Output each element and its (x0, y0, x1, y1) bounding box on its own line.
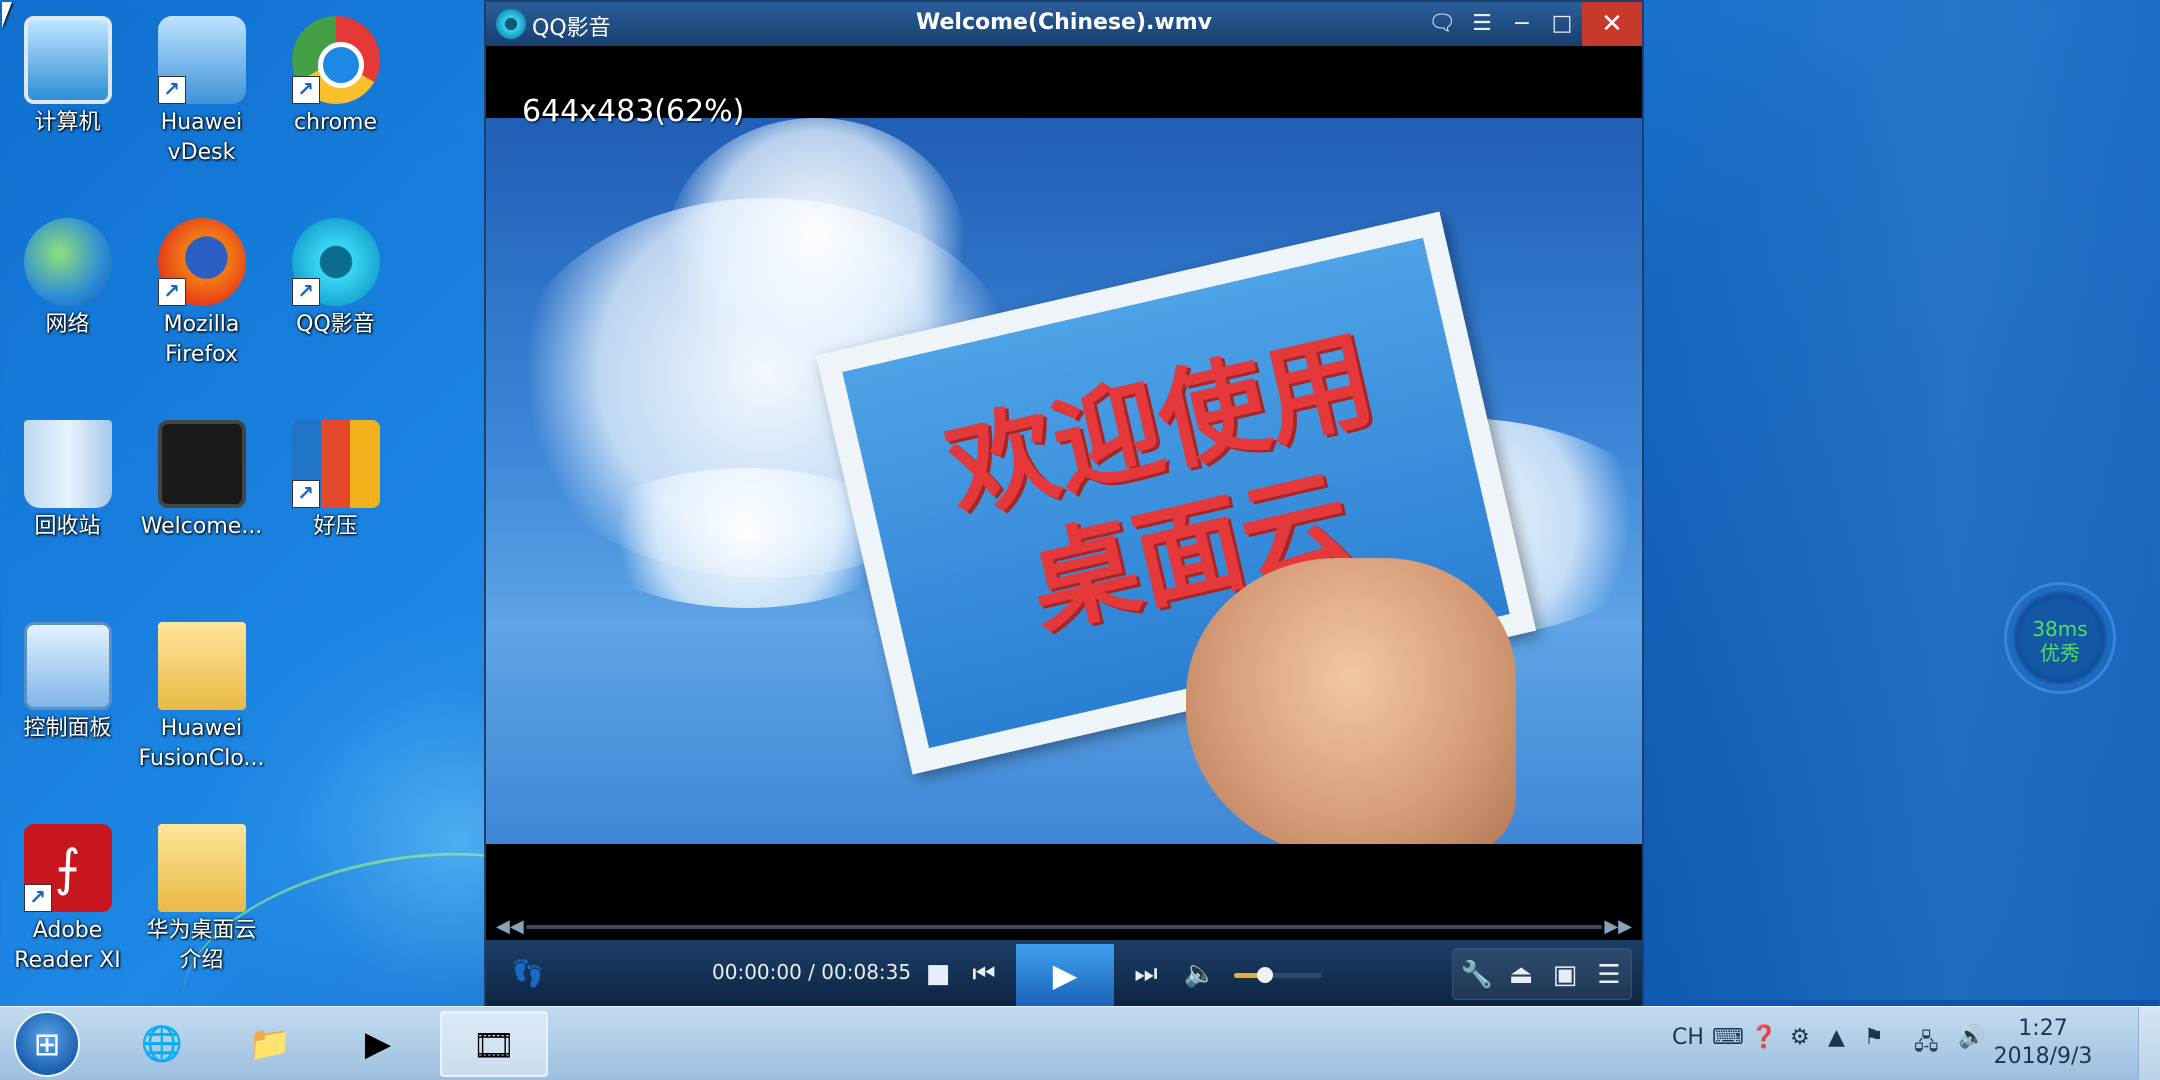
desktop-icon-network[interactable]: 网络 (0, 208, 135, 340)
help-icon[interactable]: ❓ (1750, 1025, 1777, 1050)
shortcut-arrow-icon: ↗ (291, 76, 320, 104)
desktop-icon-huawei-intro[interactable]: 华为桌面云介绍 (134, 814, 269, 976)
latency-badge[interactable]: 38ms 优秀 (2004, 582, 2116, 694)
archive-icon: ↗ (291, 420, 380, 508)
control-panel-icon (23, 622, 112, 710)
speaker-icon[interactable]: 🔊 (1958, 1025, 1985, 1050)
settings-icon[interactable]: ⚙ (1790, 1025, 1810, 1050)
taskbar-qq-player-icon[interactable]: 🎞 (440, 1011, 548, 1077)
menu-icon[interactable]: ☰ (1462, 2, 1502, 46)
rewind-icon[interactable]: ◀◀ (496, 914, 524, 940)
chrome-icon: ↗ (291, 16, 380, 104)
network-tray-icon[interactable]: 🖧 (1914, 1025, 1939, 1063)
desktop-icon-recycle-bin[interactable]: 回收站 (0, 410, 135, 542)
seek-track[interactable] (526, 925, 1602, 929)
screenshot-icon[interactable]: ▣ (1545, 955, 1585, 995)
folder-icon (157, 622, 246, 710)
keyboard-icon[interactable]: ⌨ (1712, 1025, 1744, 1050)
taskbar: ⊞ 🌐 📁 ▶ 🎞 CH ⌨ ❓ ⚙ ▲ ⚑ 🖧 🔊 1:27 2018/9/3 (0, 1006, 2160, 1080)
volume-slider[interactable] (1234, 967, 1322, 983)
desktop-icon-computer[interactable]: 计算机 (0, 6, 135, 138)
start-button[interactable]: ⊞ (14, 1011, 80, 1077)
taskbar-ie-icon[interactable]: 🌐 (110, 1011, 214, 1077)
clock-time: 1:27 (2018, 1016, 2068, 1041)
shortcut-arrow-icon: ↗ (291, 278, 320, 306)
seek-bar[interactable]: ◀◀ ▶▶ (486, 914, 1642, 940)
desktop-icon-adobe-reader[interactable]: ⨍ ↗ Adobe Reader XI (0, 814, 135, 976)
eject-icon[interactable]: ⏏ (1501, 955, 1541, 995)
latency-rating: 优秀 (2040, 641, 2080, 665)
playlist-icon[interactable]: ☰ (1589, 955, 1629, 995)
desktop-icon-huawei-vdesk[interactable]: ↗ Huawei vDesk (134, 6, 269, 168)
next-button[interactable]: ⏭ (1126, 954, 1166, 994)
fast-forward-icon[interactable]: ▶▶ (1604, 914, 1632, 940)
qq-player-window: QQ影音 Welcome(Chinese).wmv 🗨 ☰ − □ ✕ 欢迎使用… (484, 0, 1644, 1008)
player-controls: 👣 00:00:00 / 00:08:35 ■ ⏮ ▶ ⏭ 🔈 🔧 ⏏ ▣ ☰ (486, 940, 1642, 1008)
player-titlebar[interactable]: QQ影音 Welcome(Chinese).wmv 🗨 ☰ − □ ✕ (486, 2, 1642, 46)
network-icon (23, 218, 112, 306)
video-file-icon (157, 420, 246, 508)
shortcut-arrow-icon: ↗ (157, 278, 186, 306)
taskbar-explorer-icon[interactable]: 📁 (218, 1011, 322, 1077)
show-hidden-icons-icon[interactable]: ▲ (1828, 1025, 1845, 1050)
hand-image (1186, 558, 1516, 844)
settings-wrench-icon[interactable]: 🔧 (1457, 955, 1497, 995)
recycle-bin-icon (23, 420, 112, 508)
minimize-button[interactable]: − (1502, 2, 1542, 46)
time-display: 00:00:00 / 00:08:35 (712, 960, 912, 984)
stop-button[interactable]: ■ (918, 954, 958, 994)
chat-icon[interactable]: 🗨 (1422, 2, 1462, 46)
play-button[interactable]: ▶ (1016, 944, 1114, 1006)
footprint-icon[interactable]: 👣 (508, 954, 548, 994)
desktop-icon-control-panel[interactable]: 控制面板 (0, 612, 135, 744)
shortcut-arrow-icon: ↗ (157, 76, 186, 104)
cloud-icon: ↗ (157, 16, 246, 104)
computer-icon (23, 16, 112, 104)
resolution-overlay: 644x483(62%) (522, 94, 745, 129)
qq-player-icon: ↗ (291, 218, 380, 306)
desktop-icon-welcome-video[interactable]: Welcome... (134, 410, 269, 542)
close-button[interactable]: ✕ (1582, 2, 1642, 46)
volume-knob[interactable] (1256, 967, 1273, 983)
shortcut-arrow-icon: ↗ (23, 884, 52, 912)
mouse-cursor (2, 2, 12, 28)
clock-date: 2018/9/3 (1993, 1044, 2093, 1069)
taskbar-media-player-icon[interactable]: ▶ (326, 1011, 430, 1077)
desktop-icon-firefox[interactable]: ↗ Mozilla Firefox (134, 208, 269, 370)
desktop-icon-chrome[interactable]: ↗ chrome (268, 6, 403, 138)
shortcut-arrow-icon: ↗ (291, 480, 320, 508)
desktop-icon-haozip[interactable]: ↗ 好压 (268, 410, 403, 542)
language-indicator[interactable]: CH (1672, 1025, 1704, 1050)
desktop-icon-qq-player[interactable]: ↗ QQ影音 (268, 208, 403, 340)
video-frame[interactable]: 欢迎使用 桌面云 (486, 118, 1642, 844)
volume-icon[interactable]: 🔈 (1180, 954, 1220, 994)
latency-value: 38ms (2032, 617, 2088, 641)
firefox-icon: ↗ (157, 218, 246, 306)
wallpaper-glow-right (1640, 0, 2160, 1000)
adobe-reader-icon: ⨍ ↗ (23, 824, 112, 912)
player-tools-group: 🔧 ⏏ ▣ ☰ (1452, 948, 1632, 1000)
previous-button[interactable]: ⏮ (964, 954, 1004, 994)
folder-icon (157, 824, 246, 912)
maximize-button[interactable]: □ (1542, 2, 1582, 46)
system-clock[interactable]: 1:27 2018/9/3 (1988, 1015, 2098, 1071)
show-desktop-button[interactable] (2138, 1007, 2160, 1080)
action-center-flag-icon[interactable]: ⚑ (1864, 1025, 1884, 1050)
desktop-icon-fusioncloud[interactable]: Huawei FusionClo... (134, 612, 269, 774)
